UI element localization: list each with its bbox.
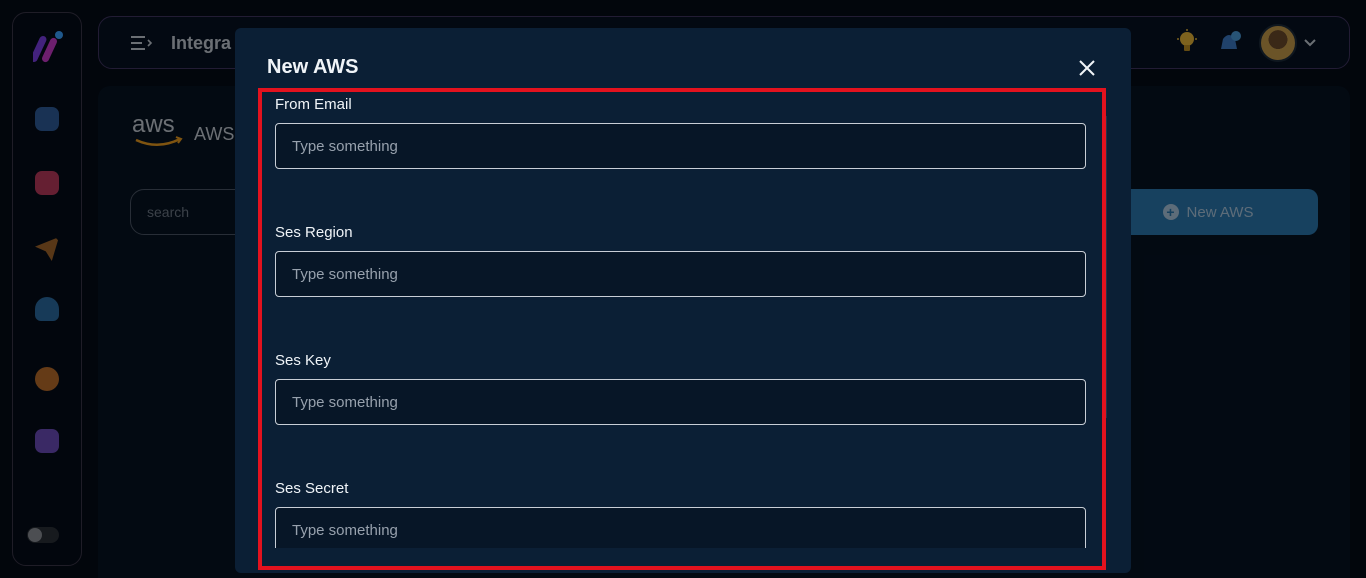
new-aws-modal: New AWS From Email Ses Region Ses Key Se… bbox=[235, 28, 1131, 573]
modal-title: New AWS bbox=[267, 56, 359, 78]
ses-secret-input[interactable] bbox=[275, 507, 1086, 548]
from-email-input[interactable] bbox=[275, 123, 1086, 169]
ses-region-input[interactable] bbox=[275, 251, 1086, 297]
ses-key-input[interactable] bbox=[275, 379, 1086, 425]
scrollbar[interactable] bbox=[1105, 116, 1107, 418]
ses-key-label: Ses Key bbox=[275, 352, 331, 369]
ses-region-field: Ses Region bbox=[275, 224, 1086, 297]
ses-key-field: Ses Key bbox=[275, 352, 1086, 425]
close-icon[interactable] bbox=[1075, 56, 1099, 80]
ses-secret-label: Ses Secret bbox=[275, 480, 349, 497]
modal-form: From Email Ses Region Ses Key Ses Secret bbox=[275, 96, 1086, 548]
ses-region-label: Ses Region bbox=[275, 224, 353, 241]
ses-secret-field: Ses Secret bbox=[275, 480, 1086, 548]
from-email-label: From Email bbox=[275, 96, 352, 113]
from-email-field: From Email bbox=[275, 96, 1086, 169]
